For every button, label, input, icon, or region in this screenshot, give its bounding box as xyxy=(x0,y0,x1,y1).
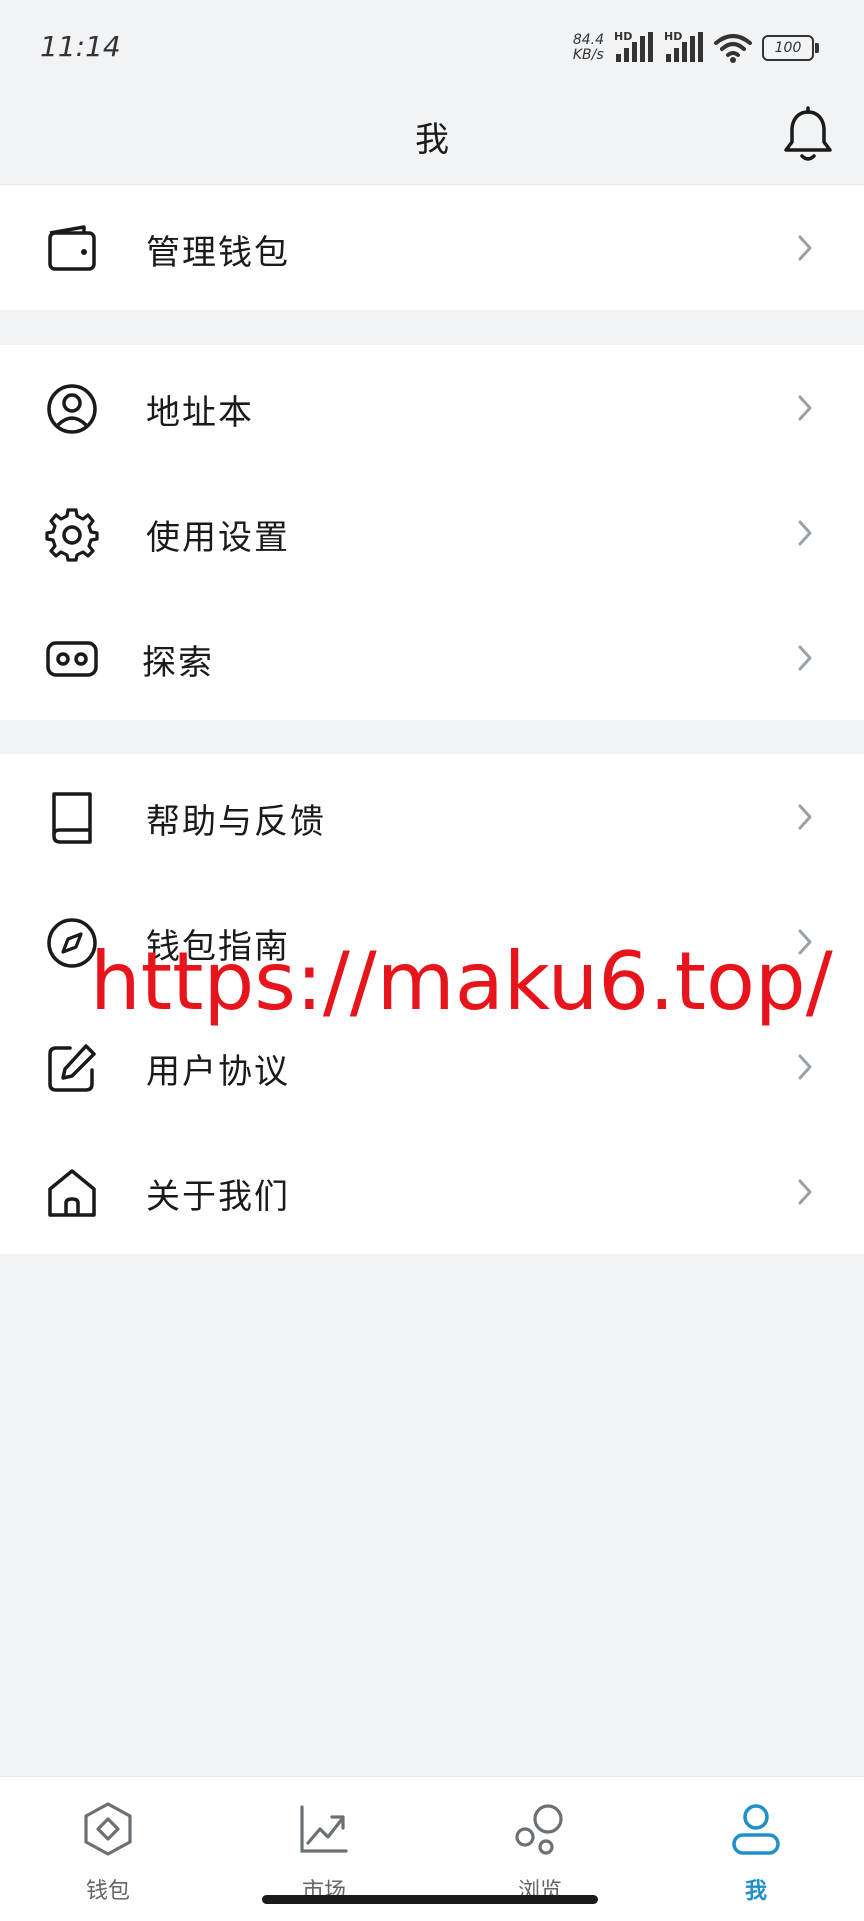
chevron-right-icon xyxy=(798,235,812,261)
tab-market[interactable]: 市场 xyxy=(264,1791,384,1904)
status-bar: 11:14 84.4 KB/s HD HD 100 xyxy=(0,0,864,92)
menu-item-address-book[interactable]: 地址本 xyxy=(0,345,864,470)
tab-label: 我 xyxy=(744,1879,767,1904)
tab-wallet[interactable]: 钱包 xyxy=(48,1791,168,1904)
tab-browse[interactable]: 浏览 xyxy=(480,1791,600,1904)
page-title: 我 xyxy=(415,120,449,160)
menu-item-help-feedback[interactable]: 帮助与反馈 xyxy=(0,754,864,879)
menu-item-label: 地址本 xyxy=(146,393,254,433)
user-circle-icon xyxy=(47,384,97,434)
watermark-url: https://maku6.top/ xyxy=(90,935,833,1028)
menu-item-about-us[interactable]: 关于我们 xyxy=(0,1129,864,1254)
app-header: 我 xyxy=(0,92,864,185)
book-icon xyxy=(52,792,92,844)
menu-group-wallet: 管理钱包 xyxy=(0,185,864,310)
battery-icon: 100 xyxy=(762,35,819,61)
status-time: 11:14 xyxy=(40,30,121,63)
tab-label: 钱包 xyxy=(85,1879,130,1904)
gear-icon xyxy=(45,508,99,562)
menu-item-label: 关于我们 xyxy=(146,1177,290,1217)
edit-icon xyxy=(48,1044,96,1092)
signal-icon-2: HD xyxy=(664,30,704,64)
menu-item-label: 帮助与反馈 xyxy=(146,802,326,842)
chevron-right-icon xyxy=(798,520,812,546)
wallet-icon xyxy=(48,225,96,271)
menu-item-manage-wallet[interactable]: 管理钱包 xyxy=(0,185,864,310)
net-speed: 84.4 KB/s xyxy=(572,32,604,63)
home-icon xyxy=(48,1169,96,1217)
profile-icon xyxy=(732,1804,780,1855)
wallet-diamond-icon xyxy=(84,1802,132,1856)
menu-item-label: 用户协议 xyxy=(146,1052,290,1092)
tab-me[interactable]: 我 xyxy=(696,1791,816,1904)
bell-icon[interactable] xyxy=(780,106,836,166)
menu-item-label: 使用设置 xyxy=(146,518,290,558)
chevron-right-icon xyxy=(798,395,812,421)
wifi-icon xyxy=(714,34,752,63)
menu-item-explore[interactable]: 探索 xyxy=(0,595,864,720)
signal-icon-1: HD xyxy=(614,30,654,64)
chevron-right-icon xyxy=(798,1179,812,1205)
chevron-right-icon xyxy=(798,1054,812,1080)
home-indicator[interactable] xyxy=(262,1895,598,1904)
menu-item-settings[interactable]: 使用设置 xyxy=(0,470,864,595)
menu-item-label: 探索 xyxy=(142,643,214,683)
menu-group-tools: 地址本 使用设置 探索 xyxy=(0,345,864,720)
vr-glasses-icon xyxy=(46,641,98,677)
menu-item-label: 管理钱包 xyxy=(146,233,290,273)
market-chart-icon xyxy=(300,1805,348,1853)
chevron-right-icon xyxy=(798,804,812,830)
browse-bubbles-icon xyxy=(515,1804,563,1855)
status-icons: 84.4 KB/s HD HD 100 xyxy=(572,30,819,66)
chevron-right-icon xyxy=(798,645,812,671)
